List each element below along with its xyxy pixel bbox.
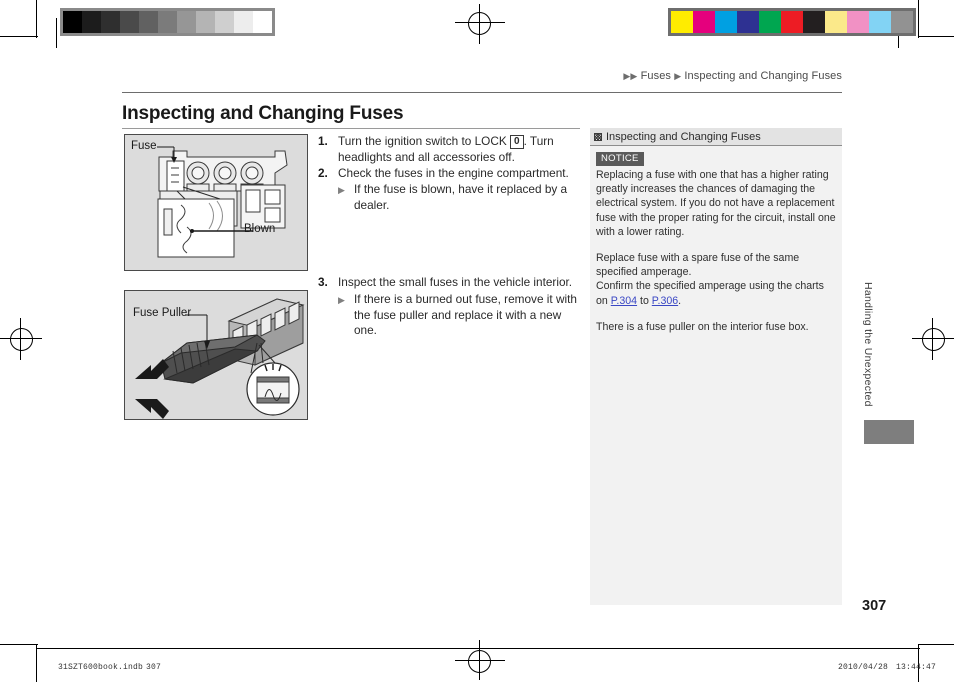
bullet-triangle-icon: ▶ bbox=[338, 185, 345, 196]
color-swatch-10 bbox=[891, 11, 913, 33]
color-swatch-9 bbox=[869, 11, 891, 33]
bullet-triangle-icon: ▶ bbox=[338, 294, 345, 305]
step-item: 2. Check the fuses in the engine compart… bbox=[318, 166, 578, 182]
figure-fuse-puller: Fuse Puller bbox=[124, 290, 308, 420]
crop-mark-left-inner-vertical bbox=[56, 18, 57, 48]
grayscale-swatch-5 bbox=[158, 11, 177, 33]
section-thumb-tab-label: Handling the Unexpected bbox=[862, 282, 874, 407]
registration-right-circle bbox=[922, 328, 945, 351]
page-title: Inspecting and Changing Fuses bbox=[122, 103, 404, 124]
breadcrumb-arrow-second-icon: ▶ bbox=[674, 71, 682, 81]
step-number: 2. bbox=[318, 165, 328, 180]
notice-sidebar-panel: Inspecting and Changing Fuses NOTICE Rep… bbox=[590, 128, 842, 605]
step-bullet-text: If the fuse is blown, have it replaced b… bbox=[354, 182, 568, 213]
grayscale-swatch-1 bbox=[82, 11, 101, 33]
color-swatch-5 bbox=[781, 11, 803, 33]
breadcrumb-crumb-fuses: Fuses bbox=[640, 70, 672, 82]
crop-mark-top-left-vertical bbox=[36, 0, 37, 38]
footer-time: 13:44:47 bbox=[896, 663, 937, 672]
instruction-steps-secondary: 3. Inspect the small fuses in the vehicl… bbox=[318, 275, 578, 339]
color-swatch-8 bbox=[847, 11, 869, 33]
step-text-before-key: Turn the ignition switch to LOCK bbox=[338, 134, 511, 148]
page-number: 307 bbox=[862, 598, 887, 614]
grayscale-calibration-wedge bbox=[60, 8, 275, 36]
grayscale-swatch-6 bbox=[177, 11, 196, 33]
notice-panel-header: Inspecting and Changing Fuses bbox=[590, 128, 842, 146]
status-badge: NOTICE bbox=[596, 152, 644, 166]
crop-mark-bottom-right-horizontal bbox=[918, 644, 954, 645]
section-thumb-tab-marker bbox=[864, 420, 914, 444]
crop-mark-top-right-vertical bbox=[918, 0, 919, 38]
notice-panel-title: Inspecting and Changing Fuses bbox=[606, 130, 761, 143]
footer-divider bbox=[36, 648, 920, 649]
color-swatch-4 bbox=[759, 11, 781, 33]
step-number: 1. bbox=[318, 134, 328, 148]
fuse-box-diagram-icon bbox=[157, 146, 288, 258]
instruction-steps-primary: 1. Turn the ignition switch to LOCK 0. T… bbox=[318, 134, 578, 214]
registration-top-circle bbox=[468, 12, 491, 35]
step-text: Inspect the small fuses in the vehicle i… bbox=[338, 275, 573, 289]
crop-mark-bottom-left-horizontal bbox=[0, 644, 38, 645]
crop-mark-top-right-horizontal bbox=[918, 36, 954, 37]
page-reference-link-304[interactable]: P.304 bbox=[611, 295, 637, 307]
color-swatch-7 bbox=[825, 11, 847, 33]
step-number: 3. bbox=[318, 275, 328, 289]
color-swatch-2 bbox=[715, 11, 737, 33]
notice-paragraph-replace-line1: Replace fuse with a spare fuse of the sa… bbox=[596, 252, 800, 279]
grayscale-swatch-2 bbox=[101, 11, 120, 33]
color-swatch-1 bbox=[693, 11, 715, 33]
page-reference-link-306[interactable]: P.306 bbox=[652, 295, 678, 307]
registration-left-circle bbox=[10, 328, 33, 351]
notice-paragraph-warning: Replacing a fuse with one that has a hig… bbox=[596, 169, 836, 238]
grayscale-swatch-8 bbox=[215, 11, 234, 33]
notice-paragraph-amperage: Confirm the specified amperage using the… bbox=[596, 279, 836, 307]
step-bullet: ▶ If there is a burned out fuse, remove … bbox=[318, 292, 578, 339]
step-item: 1. Turn the ignition switch to LOCK 0. T… bbox=[318, 134, 578, 166]
reference-marker-icon bbox=[594, 132, 602, 141]
footer-page-number: 307 bbox=[146, 663, 162, 672]
color-swatch-6 bbox=[803, 11, 825, 33]
grayscale-swatch-0 bbox=[63, 11, 82, 33]
color-calibration-bar bbox=[668, 8, 916, 36]
color-swatch-0 bbox=[671, 11, 693, 33]
registration-bottom-circle bbox=[468, 650, 491, 673]
footer-source-file: 31SZT600book.indb bbox=[58, 663, 144, 672]
grayscale-swatch-7 bbox=[196, 11, 215, 33]
footer-date: 2010/04/28 bbox=[838, 663, 889, 672]
grayscale-swatch-9 bbox=[234, 11, 253, 33]
figure-label-fuse-puller: Fuse Puller bbox=[133, 307, 192, 319]
grayscale-swatch-4 bbox=[139, 11, 158, 33]
figure-engine-fuse-box: Fuse Blown bbox=[124, 134, 308, 271]
grayscale-swatch-10 bbox=[253, 11, 272, 33]
breadcrumb-arrow-first-icon: ▶▶ bbox=[623, 71, 638, 81]
running-head-divider bbox=[122, 92, 842, 93]
breadcrumb-crumb-current: Inspecting and Changing Fuses bbox=[684, 70, 842, 82]
step-bullet: ▶ If the fuse is blown, have it replaced… bbox=[318, 182, 578, 214]
crop-mark-bottom-left-vertical bbox=[36, 644, 37, 682]
page-title-divider bbox=[122, 128, 580, 129]
figure-label-blown: Blown bbox=[244, 223, 276, 235]
figure-label-fuse: Fuse bbox=[131, 140, 157, 152]
notice-reference-separator: to bbox=[637, 294, 652, 307]
notice-reference-period: . bbox=[678, 294, 682, 307]
step-text: Check the fuses in the engine compartmen… bbox=[338, 165, 569, 180]
grayscale-swatch-3 bbox=[120, 11, 139, 33]
step-text: Turn the ignition switch to LOCK 0. Turn… bbox=[338, 134, 578, 166]
lock-key-symbol: 0 bbox=[510, 135, 524, 149]
crop-mark-top-left-horizontal bbox=[0, 36, 38, 37]
step-item: 3. Inspect the small fuses in the vehicl… bbox=[318, 275, 578, 291]
step-bullet-text: If there is a burned out fuse, remove it… bbox=[354, 291, 577, 338]
color-swatch-3 bbox=[737, 11, 759, 33]
breadcrumb: ▶▶ Fuses ▶ Inspecting and Changing Fuses bbox=[122, 70, 842, 82]
notice-paragraph-puller-location: There is a fuse puller on the interior f… bbox=[596, 320, 809, 333]
